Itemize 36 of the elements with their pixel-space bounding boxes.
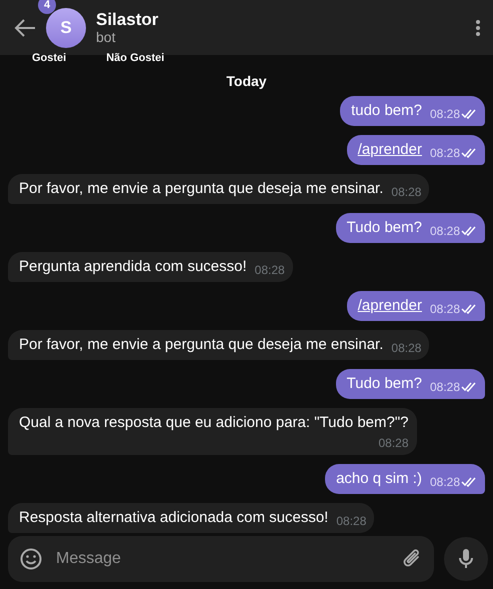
- emoji-icon[interactable]: [20, 548, 42, 570]
- message-time: 08:28: [430, 474, 460, 491]
- microphone-icon: [458, 548, 474, 570]
- message-time: 08:28: [430, 145, 460, 162]
- message-time: 08:28: [391, 184, 422, 201]
- chat-subtitle: bot: [96, 30, 116, 45]
- message-text: Pergunta aprendida com sucesso!: [19, 257, 247, 277]
- back-icon[interactable]: [14, 18, 36, 38]
- message-time: 08:28: [430, 301, 460, 318]
- message-text: Resposta alternativa adicionada com sucesso!: [19, 508, 328, 528]
- message-time: 08:28: [378, 435, 409, 452]
- message-time: 08:28: [254, 262, 285, 279]
- unread-badge: 4: [38, 0, 56, 14]
- message-time: 08:28: [430, 223, 460, 240]
- avatar[interactable]: S: [46, 8, 86, 48]
- command-link[interactable]: /aprender: [358, 296, 422, 316]
- keyboard-button[interactable]: Não Gostei: [106, 53, 164, 65]
- message-text: Tudo bem?: [346, 218, 422, 238]
- message-text: acho q sim :): [336, 469, 422, 489]
- message-text: Qual a nova resposta que eu adiciono para: "Tudo bem?"?: [19, 413, 409, 433]
- message-time: 08:28: [430, 106, 460, 123]
- microphone-button[interactable]: [444, 537, 488, 581]
- message-field[interactable]: Message: [54, 546, 390, 572]
- date-label: Today: [225, 72, 268, 91]
- message-text: Por favor, me envie a pergunta que deseja me ensinar.: [19, 335, 384, 355]
- more-icon[interactable]: [475, 18, 481, 36]
- keyboard-button[interactable]: Gostei: [32, 53, 66, 65]
- message-text: tudo bem?: [351, 101, 422, 121]
- message-time: 08:28: [430, 379, 460, 396]
- message-text: Tudo bem?: [346, 374, 422, 394]
- command-link[interactable]: /aprender: [358, 140, 422, 160]
- message-text: Por favor, me envie a pergunta que deseja me ensinar.: [19, 179, 384, 199]
- message-time: 08:28: [336, 513, 366, 530]
- message-time: 08:28: [391, 340, 422, 357]
- chat-title: Silastor: [96, 10, 160, 30]
- message-input[interactable]: Message: [8, 536, 434, 582]
